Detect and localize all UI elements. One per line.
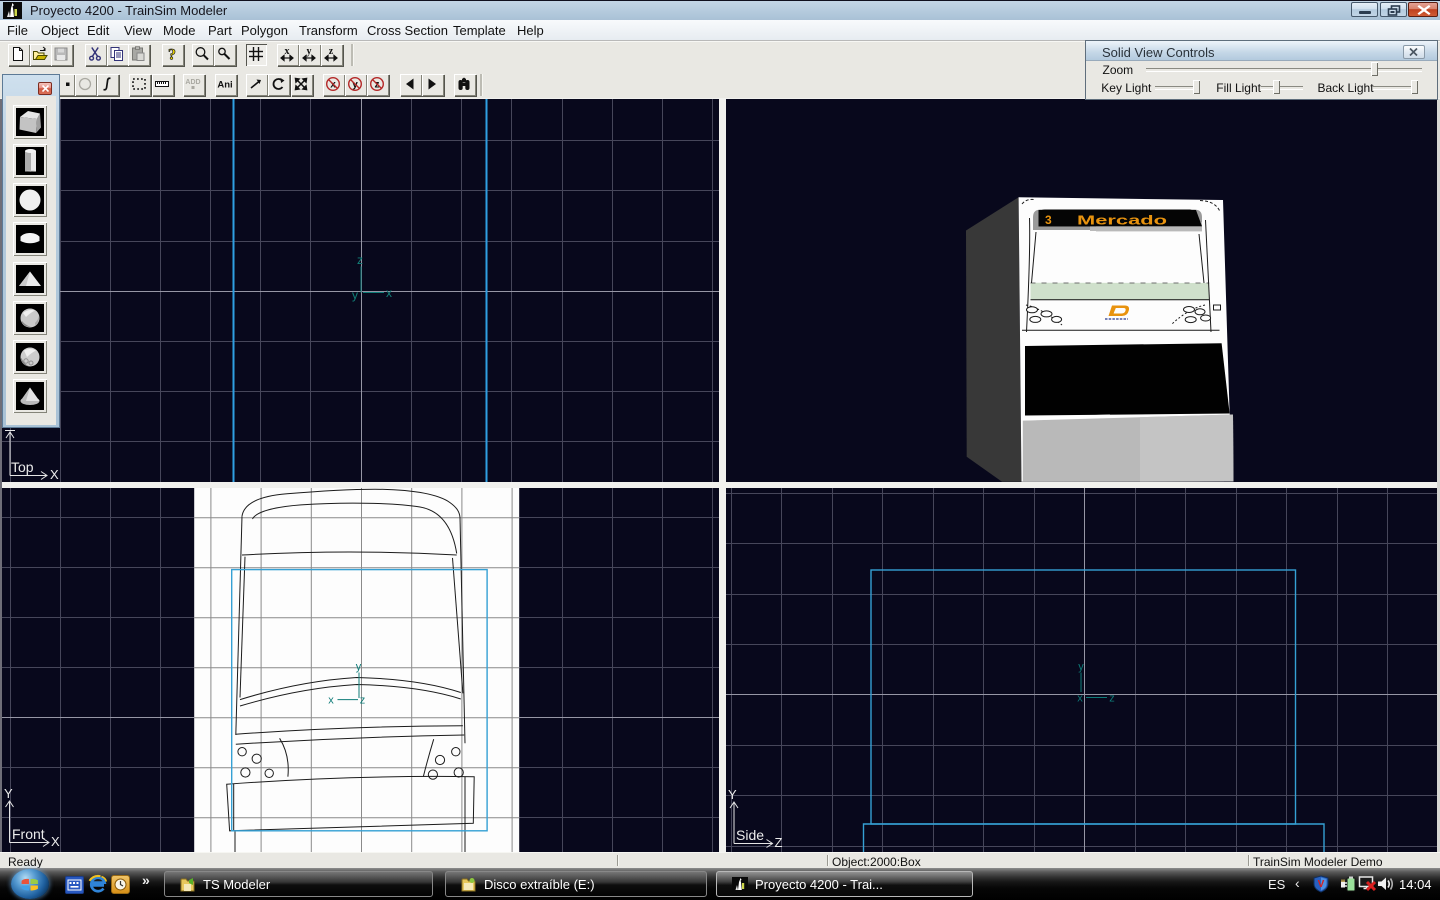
svg-text:X: X	[50, 467, 59, 482]
svg-text:Ani: Ani	[218, 80, 233, 91]
svg-text:T: T	[1111, 309, 1116, 316]
svg-text:x: x	[386, 286, 392, 300]
svg-text:Top: Top	[11, 459, 34, 475]
svg-text:3: 3	[1045, 213, 1052, 227]
svg-text:y: y	[356, 661, 362, 673]
svg-text:X: X	[51, 834, 60, 849]
svg-text:Y: Y	[4, 786, 13, 801]
svg-text:Y: Y	[728, 787, 737, 802]
svg-text:x: x	[284, 46, 289, 57]
svg-text:z: z	[357, 253, 363, 267]
svg-text:z: z	[1109, 693, 1115, 705]
svg-text:x: x	[328, 695, 334, 707]
svg-text:Side: Side	[736, 827, 764, 843]
svg-text:V: V	[1318, 879, 1325, 890]
svg-text:y: y	[352, 288, 358, 302]
svg-text:y: y	[306, 46, 311, 57]
svg-text:ADD: ADD	[186, 79, 201, 86]
svg-text:z: z	[360, 695, 366, 707]
svg-text:y: y	[1078, 661, 1084, 673]
svg-text:Z: Z	[775, 835, 783, 850]
svg-text:Mercado: Mercado	[1077, 213, 1167, 228]
svg-text:Front: Front	[12, 826, 45, 842]
svg-text:x: x	[1077, 693, 1083, 705]
svg-text:?: ?	[168, 47, 176, 63]
svg-text:z: z	[329, 46, 334, 57]
